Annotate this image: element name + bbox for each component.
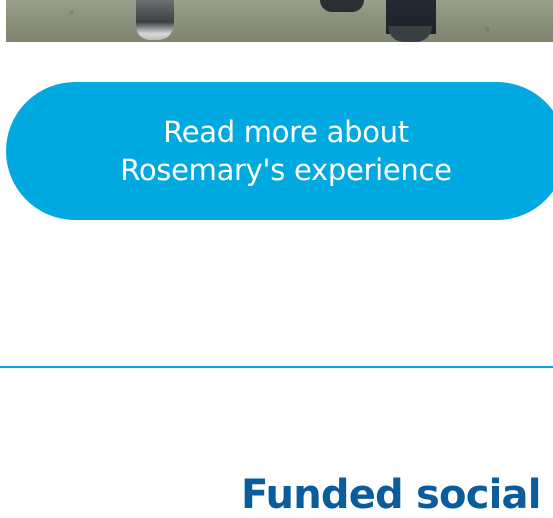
shoe-graphic bbox=[136, 0, 174, 40]
section-divider bbox=[0, 366, 553, 368]
section-heading: Funded social r bbox=[241, 472, 553, 518]
shoe-graphic bbox=[320, 0, 364, 12]
shoe-graphic bbox=[388, 26, 432, 42]
read-more-label-line-1: Read more about bbox=[163, 115, 409, 149]
read-more-button[interactable]: Read more about Rosemary's experience bbox=[6, 82, 553, 220]
read-more-button-label: Read more about Rosemary's experience bbox=[10, 113, 553, 189]
feature-photo bbox=[6, 0, 553, 42]
read-more-label-line-2: Rosemary's experience bbox=[120, 153, 452, 187]
page: Read more about Rosemary's experience Fu… bbox=[0, 0, 553, 518]
